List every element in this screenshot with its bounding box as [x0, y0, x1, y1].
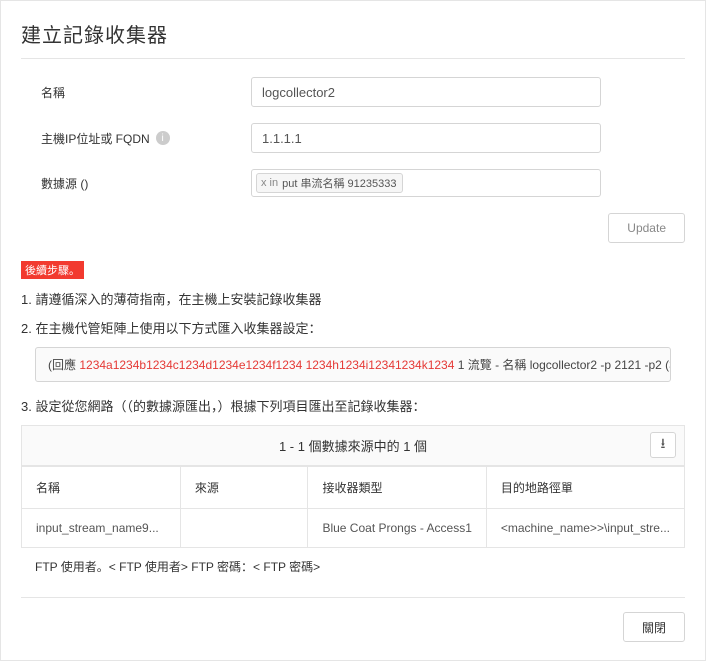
cmd-token: 1234a1234b1234c1234d1234e1234f1234 1234h…: [79, 358, 454, 372]
dialog-title: 建立記錄收集器: [21, 19, 685, 59]
datasource-chip[interactable]: x in put 串流名稱 91235333: [256, 173, 403, 193]
dialog: 建立記錄收集器 名稱 主機IP位址或 FQDN i 數據源 () x in pu…: [0, 0, 706, 661]
chip-text: put 串流名稱 91235333: [282, 175, 396, 191]
datasource-input[interactable]: x in put 串流名稱 91235333: [251, 169, 601, 197]
row-host: 主機IP位址或 FQDN i: [21, 123, 685, 153]
col-path[interactable]: 目的地路徑單: [486, 467, 684, 509]
chip-remove-icon[interactable]: x in: [261, 177, 278, 189]
download-icon[interactable]: ⭳: [650, 432, 676, 458]
update-row: Update: [21, 213, 685, 243]
table-summary-bar: 1 - 1 個數據來源中的 1 個 ⭳: [21, 425, 685, 466]
steps: 後續步驟。 1. 請遵循深入的薄荷指南，在主機上安裝記錄收集器 2. 在主機代管…: [21, 257, 685, 415]
name-label: 名稱: [21, 84, 251, 101]
step-3: 3. 設定從您網路（（的數據源匯出，）根據下列項目匯出至記錄收集器：: [21, 396, 685, 415]
next-steps-tag: 後續步驟。: [21, 261, 84, 279]
table: 名稱 來源 接收器類型 目的地路徑單 input_stream_name9...…: [21, 466, 685, 548]
command-box[interactable]: (回應 1234a1234b1234c1234d1234e1234f1234 1…: [35, 347, 671, 382]
ftp-note: FTP 使用者。< FTP 使用者> FTP 密碼：< FTP 密碼>: [35, 558, 685, 575]
cmd-part1: (回應: [48, 358, 79, 372]
name-input[interactable]: [251, 77, 601, 107]
col-name[interactable]: 名稱: [22, 467, 181, 509]
step-1: 1. 請遵循深入的薄荷指南，在主機上安裝記錄收集器: [21, 289, 685, 308]
info-icon[interactable]: i: [156, 131, 170, 145]
cell-path: <machine_name>>\input_stre...: [486, 509, 684, 548]
close-button[interactable]: 關閉: [623, 612, 685, 642]
table-summary: 1 - 1 個數據來源中的 1 個: [279, 436, 427, 455]
row-name: 名稱: [21, 77, 685, 107]
update-button[interactable]: Update: [608, 213, 685, 243]
col-type[interactable]: 接收器類型: [308, 467, 486, 509]
table-row[interactable]: input_stream_name9... Blue Coat Prongs -…: [22, 509, 685, 548]
datasource-label: 數據源 (): [21, 175, 251, 192]
cell-name: input_stream_name9...: [22, 509, 181, 548]
host-label: 主機IP位址或 FQDN i: [21, 130, 251, 147]
datasource-table: 1 - 1 個數據來源中的 1 個 ⭳ 名稱 來源 接收器類型 目的地路徑單 i…: [21, 425, 685, 548]
cmd-part2: 1 流覽 - 名稱 logcollector2 -p 2121 -p2 (3: [454, 358, 671, 372]
host-input[interactable]: [251, 123, 601, 153]
step-2: 2. 在主機代管矩陣上使用以下方式匯入收集器設定：: [21, 318, 685, 337]
host-label-text: 主機IP位址或 FQDN: [41, 130, 150, 147]
table-header-row: 名稱 來源 接收器類型 目的地路徑單: [22, 467, 685, 509]
row-datasource: 數據源 () x in put 串流名稱 91235333: [21, 169, 685, 197]
dialog-footer: 關閉: [21, 597, 685, 642]
cell-type: Blue Coat Prongs - Access1: [308, 509, 486, 548]
col-source[interactable]: 來源: [180, 467, 308, 509]
cell-source: [180, 509, 308, 548]
